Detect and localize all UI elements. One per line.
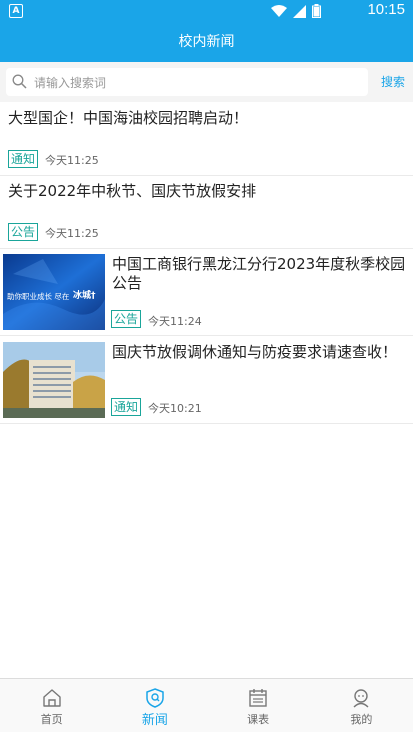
news-thumbnail [3,342,105,418]
nav-schedule-label: 课表 [247,713,270,726]
news-title: 大型国企！中国海油校园招聘启动！ [8,109,249,127]
status-icons [271,4,321,18]
news-title: 国庆节放假调休通知与防疫要求请速查收！ [112,343,398,361]
page-title: 校内新闻 [0,22,413,62]
news-tag: 公告 [8,223,39,241]
nav-news[interactable]: 新闻 [103,679,206,732]
news-item[interactable]: 国庆节放假调休通知与防疫要求请速查收！ 通知 今天10:21 [0,336,413,424]
search-input[interactable] [32,68,356,98]
app-notification-icon: A [9,4,23,18]
schedule-icon [249,689,267,707]
signal-icon [293,4,306,18]
battery-icon [312,4,321,18]
status-bar: A 10:15 [0,0,413,22]
thumbnail-caption: 助你职业成长 尽在 [7,291,70,301]
search-icon [12,74,27,89]
status-time: 10:15 [367,1,405,18]
nav-profile[interactable]: 我的 [310,679,413,732]
news-icon [146,688,164,708]
news-tag: 通知 [8,150,39,168]
home-icon [42,689,61,707]
news-title: 中国工商银行黑龙江分行2023年度秋季校园公告 [112,255,406,292]
news-item[interactable]: 助你职业成长 尽在 冰城† 中国工商银行黑龙江分行2023年度秋季校园公告 公告… [0,249,413,336]
wifi-icon [271,4,287,17]
news-item[interactable]: 关于2022年中秋节、国庆节放假安排 公告 今天11:25 [0,176,413,249]
nav-home-label: 首页 [40,713,63,726]
news-item[interactable]: 大型国企！中国海油校园招聘启动！ 通知 今天11:25 [0,103,413,176]
news-tag: 公告 [111,310,142,328]
search-button[interactable]: 搜索 [381,73,405,90]
thumbnail-logo: 冰城† [73,289,96,301]
news-time: 今天10:21 [148,402,202,415]
nav-news-label: 新闻 [141,713,168,728]
nav-schedule[interactable]: 课表 [207,679,310,732]
nav-profile-label: 我的 [350,713,373,726]
news-time: 今天11:25 [45,154,99,167]
bottom-nav: 首页 新闻 课表 我的 [0,678,413,732]
news-tag: 通知 [111,398,142,416]
news-time: 今天11:25 [45,227,99,240]
nav-home[interactable]: 首页 [0,679,103,732]
profile-icon [353,689,369,708]
news-title: 关于2022年中秋节、国庆节放假安排 [8,182,257,200]
news-thumbnail: 助你职业成长 尽在 冰城† [3,254,105,330]
search-bar: 搜索 [0,62,413,102]
news-time: 今天11:24 [148,315,202,328]
search-box[interactable] [6,68,368,98]
